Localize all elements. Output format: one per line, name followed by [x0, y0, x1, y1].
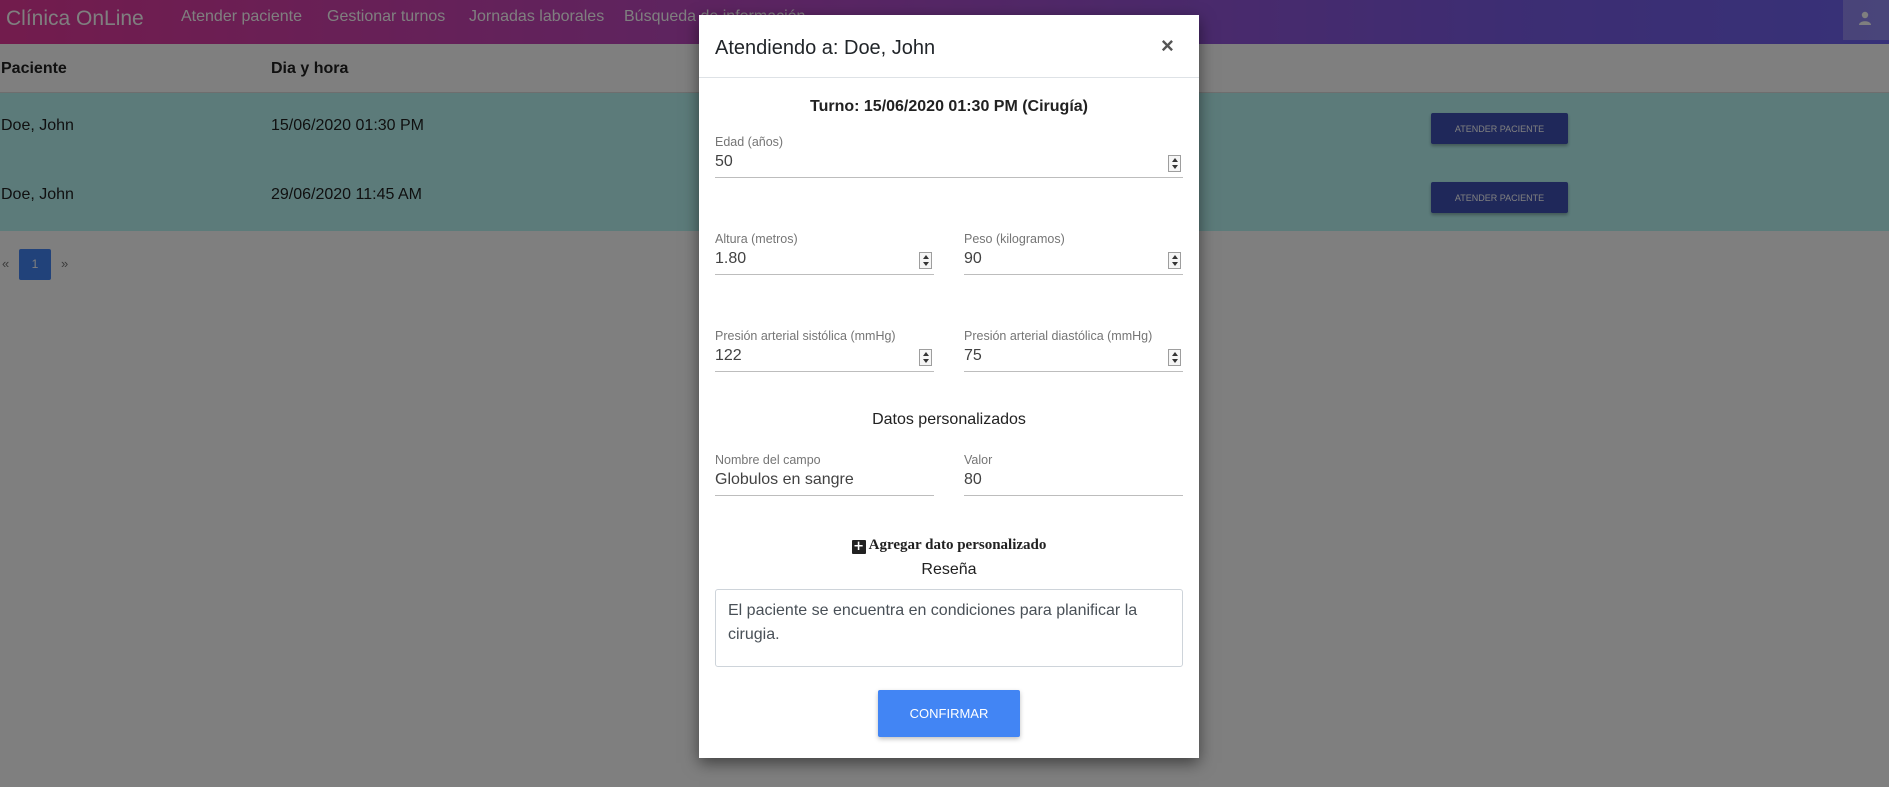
- add-custom-data-link[interactable]: + Agregar dato personalizado: [699, 537, 1199, 554]
- edad-input[interactable]: 50: [715, 153, 733, 171]
- presion-diastolica-stepper[interactable]: [1168, 349, 1181, 366]
- resena-textarea[interactable]: El paciente se encuentra en condiciones …: [715, 589, 1183, 667]
- custom-field-name-label: Nombre del campo: [715, 453, 821, 467]
- attend-patient-modal: Atendiendo a: Doe, John × Turno: 15/06/2…: [699, 15, 1199, 758]
- field-underline: [715, 495, 934, 496]
- peso-label: Peso (kilogramos): [964, 232, 1065, 246]
- peso-stepper[interactable]: [1168, 252, 1181, 269]
- peso-field[interactable]: Peso (kilogramos) 90: [964, 232, 1183, 276]
- peso-input[interactable]: 90: [964, 250, 982, 268]
- field-underline: [964, 371, 1183, 372]
- altura-stepper[interactable]: [919, 252, 932, 269]
- modal-header: Atendiendo a: Doe, John ×: [699, 15, 1199, 78]
- add-custom-data-label: Agregar dato personalizado: [868, 537, 1047, 553]
- presion-sistolica-stepper[interactable]: [919, 349, 932, 366]
- custom-field-value-input[interactable]: 80: [964, 471, 982, 489]
- field-underline: [964, 495, 1183, 496]
- presion-sistolica-label: Presión arterial sistólica (mmHg): [715, 329, 896, 343]
- presion-diastolica-label: Presión arterial diastólica (mmHg): [964, 329, 1153, 343]
- confirm-button[interactable]: Confirmar: [878, 690, 1020, 737]
- field-underline: [715, 371, 934, 372]
- custom-data-title: Datos personalizados: [872, 411, 1026, 428]
- edad-stepper[interactable]: [1168, 155, 1181, 172]
- custom-field-value-label: Valor: [964, 453, 993, 467]
- presion-sistolica-field[interactable]: Presión arterial sistólica (mmHg) 122: [715, 329, 934, 373]
- presion-diastolica-field[interactable]: Presión arterial diastólica (mmHg) 75: [964, 329, 1183, 373]
- resena-label: Reseña: [921, 561, 977, 578]
- field-underline: [715, 274, 934, 275]
- field-underline: [715, 177, 1183, 178]
- presion-diastolica-input[interactable]: 75: [964, 347, 982, 365]
- custom-field-name[interactable]: Nombre del campo Globulos en sangre: [715, 453, 934, 497]
- altura-field[interactable]: Altura (metros) 1.80: [715, 232, 934, 276]
- edad-field[interactable]: Edad (años) 50: [715, 135, 1183, 179]
- plus-square-icon: +: [851, 539, 866, 554]
- presion-sistolica-input[interactable]: 122: [715, 347, 742, 365]
- field-underline: [964, 274, 1183, 275]
- custom-field-value[interactable]: Valor 80: [964, 453, 1183, 497]
- edad-label: Edad (años): [715, 135, 784, 149]
- turno-info: Turno: 15/06/2020 01:30 PM (Cirugía): [809, 98, 1088, 115]
- altura-input[interactable]: 1.80: [715, 250, 746, 268]
- close-icon[interactable]: ×: [1161, 33, 1174, 59]
- modal-title: Atendiendo a: Doe, John: [715, 37, 936, 59]
- custom-field-name-input[interactable]: Globulos en sangre: [715, 471, 854, 489]
- altura-label: Altura (metros): [715, 232, 798, 246]
